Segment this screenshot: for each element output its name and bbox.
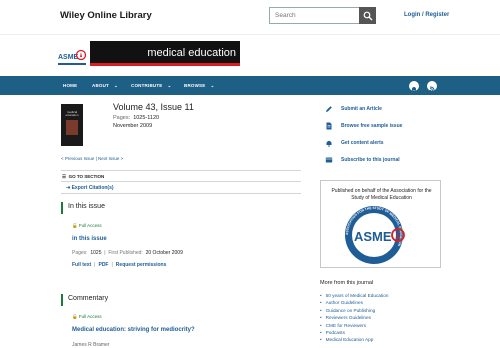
export-citations-button[interactable]: ⇥ Export Citation(s) [66, 185, 114, 191]
list-item[interactable]: • Reviewers Guidelines [320, 314, 388, 321]
issue-cover-image[interactable]: medical education [61, 104, 83, 146]
pages-value: 1025 [90, 250, 102, 256]
unlock-icon: 🔓 [72, 314, 78, 319]
article-links: Full text | PDF | Request permissions [72, 262, 167, 268]
list-item[interactable]: • CME for Reviewers [320, 322, 388, 329]
cover-title: medical education [65, 110, 79, 117]
top-bar: Wiley Online Library Login / Register [0, 0, 500, 34]
issue-title: Volume 43, Issue 11 [113, 102, 194, 112]
issue-navigation[interactable]: < Previous Issue | Next Issue > [61, 156, 123, 161]
issue-pages: Pages: 1025-1120 [113, 115, 159, 121]
pages-label: Pages: [113, 115, 131, 121]
search-icon [363, 11, 372, 20]
asme-logo[interactable]: ASME [57, 43, 87, 69]
wiley-online-library-logo[interactable]: Wiley Online Library [60, 10, 152, 21]
full-access-badge: 🔓 Full Access [72, 223, 102, 229]
nav-contribute[interactable]: CONTRIBUTE ⌄ [131, 83, 171, 89]
nav-about[interactable]: ABOUT ⌄ [92, 83, 118, 89]
nav-browse-label: BROWSE [184, 83, 206, 88]
section-heading-label: In this issue [68, 203, 105, 210]
article-title-link[interactable]: in this issue [72, 236, 107, 242]
published-value: 20 October 2009 [145, 250, 183, 256]
browse-sample-issue-link[interactable]: Browse free sample issue [341, 123, 402, 129]
full-text-link[interactable]: Full text [72, 262, 91, 268]
nav-contribute-label: CONTRIBUTE [131, 83, 163, 88]
divider [61, 181, 301, 182]
journal-title: medical education [147, 47, 236, 59]
login-register-link[interactable]: Login / Register [404, 12, 449, 18]
article-author[interactable]: James R Bramer [72, 342, 110, 348]
list-item[interactable]: • 50 years of Medical Education [320, 292, 388, 299]
article-meta: Pages: 1025 | First Published: 20 Octobe… [72, 250, 183, 256]
journal-banner: ASME medical education [0, 34, 500, 76]
chevron-down-icon: ⌄ [167, 83, 172, 88]
svg-text:ASME: ASME [58, 54, 79, 61]
asme-society-seal[interactable]: ASSOCIATION FOR THE STUDY OF MEDICAL EDU… [338, 205, 410, 265]
search-input[interactable] [269, 7, 360, 24]
section-heading-in-this-issue: In this issue [61, 202, 301, 214]
pages-label: Pages: [72, 250, 88, 256]
chevron-down-icon: ⌄ [210, 83, 215, 88]
unlock-icon: 🔓 [72, 223, 78, 228]
subscribe-journal-link[interactable]: Subscribe to this journal [341, 157, 400, 163]
alerts-bell-icon[interactable] [409, 81, 419, 93]
chevron-down-icon: ⌄ [114, 83, 118, 88]
export-citations-label: Export Citation(s) [71, 185, 114, 191]
more-from-journal-list: • 50 years of Medical Education • Author G… [320, 292, 388, 344]
list-item[interactable]: • Podcasts [320, 329, 388, 336]
article-title-link[interactable]: Medical education: striving for mediocri… [72, 327, 195, 333]
more-from-journal-heading: More from this journal [320, 280, 374, 286]
search-button[interactable] [359, 7, 376, 24]
rss-icon[interactable] [427, 81, 437, 92]
list-item[interactable]: • Medical Education App [320, 336, 388, 343]
svg-text:ASME: ASME [354, 229, 392, 244]
issue-date: November 2009 [113, 123, 153, 129]
access-label: Full Access [78, 223, 102, 228]
section-heading-commentary: Commentary [61, 294, 301, 306]
nav-about-label: ABOUT [92, 83, 109, 88]
list-item[interactable]: • Author Guidelines [320, 299, 388, 306]
export-icon: ⇥ [66, 185, 71, 191]
pages-value: 1025-1120 [133, 115, 160, 121]
published-label: First Published: [108, 250, 143, 256]
edit-icon [326, 106, 332, 112]
nav-home-label: HOME [63, 83, 78, 88]
journal-title-banner[interactable]: medical education [90, 41, 240, 66]
divider [61, 170, 301, 171]
bell-icon [326, 140, 332, 147]
request-permissions-link[interactable]: Request permissions [116, 262, 167, 268]
nav-home[interactable]: HOME [63, 83, 77, 88]
go-to-section[interactable]: ☰ GO TO SECTION [62, 174, 104, 180]
list-item[interactable]: • Guidance on Publishing [320, 307, 388, 314]
nav-browse[interactable]: BROWSE ⌄ [184, 83, 214, 89]
journal-nav: HOME ABOUT ⌄ CONTRIBUTE ⌄ BROWSE ⌄ [0, 76, 500, 95]
access-label: Full Access [78, 314, 102, 319]
divider [61, 193, 301, 194]
cover-artwork [66, 120, 78, 135]
society-text: Published on behalf of the Association f… [331, 188, 432, 201]
submit-article-link[interactable]: Submit an Article [341, 106, 382, 112]
section-heading-label: Commentary [68, 295, 109, 302]
document-icon [326, 122, 332, 130]
full-access-badge: 🔓 Full Access [72, 314, 102, 320]
content-alerts-link[interactable]: Get content alerts [341, 140, 384, 146]
menu-icon: ☰ [62, 174, 67, 179]
subscribe-icon [325, 157, 333, 163]
go-to-section-label: GO TO SECTION [68, 174, 105, 179]
pdf-link[interactable]: PDF [98, 262, 108, 268]
